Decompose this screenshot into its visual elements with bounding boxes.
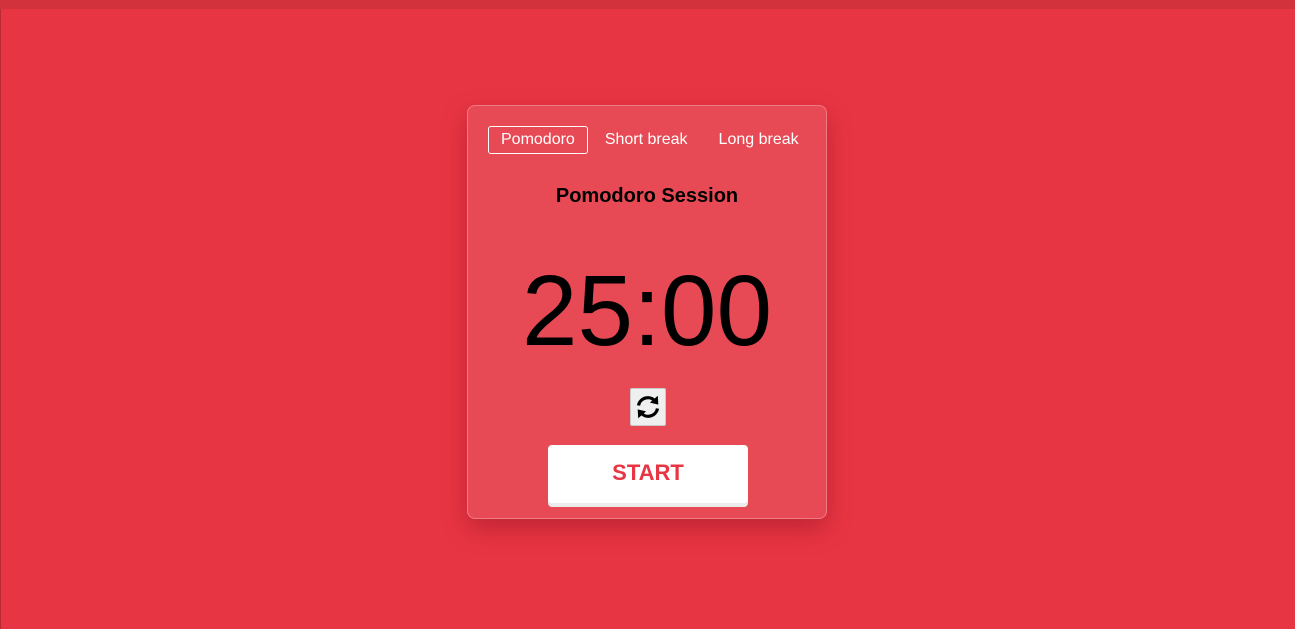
timer-card: Pomodoro Short break Long break Pomodoro… (467, 105, 827, 519)
mode-tabs: Pomodoro Short break Long break (488, 126, 812, 154)
tab-pomodoro[interactable]: Pomodoro (488, 126, 588, 154)
tab-long-break[interactable]: Long break (706, 126, 812, 154)
start-button[interactable]: START (548, 445, 748, 503)
reset-button[interactable] (630, 388, 666, 426)
page-edge-divider (0, 9, 1, 629)
tab-short-break[interactable]: Short break (592, 126, 701, 154)
refresh-icon (636, 395, 660, 419)
progress-bar-track (0, 0, 1295, 9)
session-title: Pomodoro Session (555, 185, 739, 207)
timer-display: 25:00 (521, 255, 773, 367)
